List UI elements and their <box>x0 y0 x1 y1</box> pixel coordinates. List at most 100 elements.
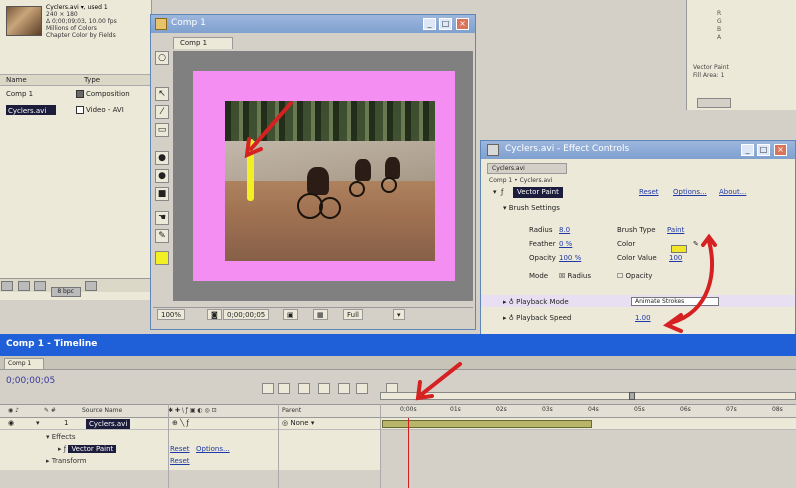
shy-layers-icon[interactable] <box>298 383 310 394</box>
effect-controls-window: Cyclers.avi - Effect Controls _ □ × Cycl… <box>480 140 796 338</box>
parent-select[interactable]: ◎ None ▾ <box>282 419 314 427</box>
show-channel-icon[interactable]: ▦ <box>313 309 328 320</box>
timeline-panel: Comp 1 0;00;00;05 ◉ ♪ ✎ # Source Name ✱ … <box>0 356 796 488</box>
comp-window-icon <box>155 18 167 30</box>
comp-tab[interactable]: Comp 1 <box>173 37 233 49</box>
view-dropdown-icon[interactable]: ▾ <box>393 309 405 320</box>
frame-blending-icon[interactable] <box>318 383 330 394</box>
info-line: Fill Area: 1 <box>693 72 725 79</box>
draft-3d-icon[interactable] <box>278 383 290 394</box>
project-item-name: Comp 1 <box>6 90 34 98</box>
expand-triangle-icon[interactable]: ▾ <box>36 419 40 427</box>
footage-info-line: Δ 0;00;09;03, 10.00 fps <box>46 18 117 25</box>
minimize-button[interactable]: _ <box>423 18 436 30</box>
tick-label: 06s <box>680 406 691 413</box>
info-text: Vector Paint Fill Area: 1 <box>693 64 729 80</box>
motion-blur-icon[interactable] <box>338 383 350 394</box>
resolution-select[interactable]: Full <box>343 309 363 320</box>
switches-header-icon: ✱ ✚ \ ƒ ▣ ◐ ◎ ⊡ <box>168 407 217 414</box>
parent-header[interactable]: Parent <box>282 407 301 414</box>
vector-paint-label: Vector Paint <box>68 445 117 453</box>
footage-info-line: 240 × 180 <box>46 11 78 18</box>
footage-thumbnail <box>6 6 42 36</box>
comp-viewer[interactable] <box>173 51 473 301</box>
vector-paint-row[interactable]: ▸ ƒ Vector Paint <box>58 444 117 454</box>
project-panel: Cyclers.avi ▾, used 1 240 × 180 Δ 0;00;0… <box>0 0 152 300</box>
brush-size-1-icon[interactable]: ● <box>155 151 169 165</box>
brush-size-3-icon[interactable]: ■ <box>155 187 169 201</box>
after-effects-workspace: Cyclers.avi ▾, used 1 240 × 180 Δ 0;00;0… <box>0 0 796 488</box>
color-swatch-icon[interactable] <box>155 251 169 265</box>
bpc-toggle[interactable]: 8 bpc <box>50 287 81 297</box>
visibility-icon[interactable]: ◉ <box>8 419 14 427</box>
transform-group[interactable]: ▸ Transform <box>46 456 87 466</box>
vector-paint-options-link[interactable]: Options... <box>196 444 230 454</box>
tick-label: 07s <box>726 406 737 413</box>
brush-size-2-icon[interactable]: ● <box>155 169 169 183</box>
annotation-arrow-icon <box>662 233 717 333</box>
tick-label: 0;00s <box>400 406 417 413</box>
interpret-footage-icon[interactable] <box>1 281 13 291</box>
info-button[interactable] <box>697 98 731 108</box>
name-column[interactable]: Name <box>6 76 27 84</box>
timeline-titlebar[interactable]: Comp 1 - Timeline <box>0 334 796 356</box>
info-line: Vector Paint <box>693 64 729 71</box>
column-divider <box>168 404 169 488</box>
brush-tool-icon[interactable]: ⁄ <box>155 105 169 119</box>
project-item-type: Composition <box>86 90 130 98</box>
layer-properties: ▾ Effects ▸ ƒ Vector Paint Reset Options… <box>0 430 380 470</box>
project-item[interactable]: Cyclers.avi Video - AVI <box>2 104 150 116</box>
vector-paint-reset-link[interactable]: Reset <box>170 444 190 454</box>
snapshot-icon[interactable]: ▣ <box>283 309 298 320</box>
project-footer: 8 bpc <box>0 278 152 297</box>
footage-file-name: Cyclers.avi ▾, used 1 <box>46 4 108 11</box>
zoom-select[interactable]: 100% <box>157 309 186 320</box>
eyedropper-tool-icon[interactable]: ✎ <box>155 229 169 243</box>
maximize-button[interactable]: □ <box>439 18 452 30</box>
timeline-tab[interactable]: Comp 1 <box>4 358 44 369</box>
hand-tool-icon[interactable]: ☚ <box>155 211 169 225</box>
paint-toolbar: ○ ↖ ⁄ ▭ ● ● ■ ☚ ✎ <box>153 51 171 291</box>
project-item-name: Cyclers.avi <box>6 105 56 115</box>
tick-label: 01s <box>450 406 461 413</box>
new-comp-icon[interactable] <box>34 281 47 291</box>
info-readout-icon: RGBA <box>717 10 722 41</box>
comp-title: Comp 1 <box>171 18 206 28</box>
trash-icon[interactable] <box>85 281 98 291</box>
timeline-tabs: Comp 1 <box>0 356 796 370</box>
timecode-display[interactable]: 0;00;00;05 <box>223 309 270 320</box>
current-time[interactable]: 0;00;00;05 <box>6 376 55 386</box>
select-tool-icon[interactable]: ↖ <box>155 87 169 101</box>
zoom-tool-icon[interactable]: ○ <box>155 51 169 65</box>
effects-group-label: Effects <box>51 433 76 441</box>
av-features-icon: ◉ ♪ <box>8 407 19 414</box>
time-zoom-handle[interactable] <box>629 392 635 400</box>
tick-label: 02s <box>496 406 507 413</box>
project-column-header: Name Type <box>0 74 152 86</box>
time-ruler[interactable]: 0;00s 01s 02s 03s 04s 05s 06s 07s 08s <box>380 404 796 418</box>
source-name-header[interactable]: Source Name <box>82 407 122 414</box>
label-column-icon: ✎ # <box>44 407 56 414</box>
annotation-arrow-icon <box>415 362 462 401</box>
graph-editor-icon[interactable] <box>356 383 368 394</box>
transform-reset-link[interactable]: Reset <box>170 456 190 466</box>
timeline-track-area[interactable] <box>380 430 796 488</box>
footage-info-line: Millions of Colors <box>46 25 97 32</box>
camera-icon[interactable]: ◙ <box>207 309 222 320</box>
project-item[interactable]: Comp 1 Composition <box>2 88 150 100</box>
annotation-arrow-icon <box>244 101 293 159</box>
column-divider <box>278 404 279 488</box>
tick-label: 08s <box>772 406 783 413</box>
eraser-tool-icon[interactable]: ▭ <box>155 123 169 137</box>
effects-group[interactable]: ▾ Effects <box>46 432 76 442</box>
new-folder-icon[interactable] <box>17 281 30 291</box>
close-button[interactable]: × <box>456 18 469 30</box>
comp-flowchart-icon[interactable] <box>262 383 274 394</box>
comp-titlebar[interactable]: Comp 1 _ □ × <box>151 15 475 33</box>
timeline-title: Comp 1 - Timeline <box>6 339 98 349</box>
layer-duration-bar[interactable] <box>382 420 592 428</box>
layer-switches-icon[interactable]: ⊕ ╲ ƒ <box>172 419 189 427</box>
current-time-indicator[interactable] <box>408 418 409 488</box>
type-column[interactable]: Type <box>84 76 100 84</box>
layer-name[interactable]: Cyclers.avi <box>86 419 131 429</box>
